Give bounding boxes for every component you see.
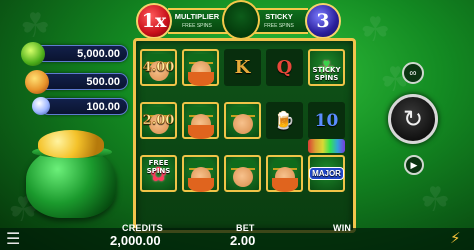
jackpot-minor: 100.00	[32, 97, 128, 115]
k-symbol: K	[234, 57, 251, 78]
autoplay-icon: ∞	[409, 67, 417, 79]
spin-icon: ↻	[402, 105, 424, 133]
jackpot-grand: 5,000.00	[21, 42, 128, 66]
lightning-bolt-icon[interactable]: ⚡	[450, 229, 461, 247]
credits-value: 2,000.00	[110, 233, 161, 248]
bet-value[interactable]: 2.00	[230, 233, 255, 248]
major-label: MAJOR	[309, 167, 344, 180]
autoplay-button[interactable]: ∞	[402, 62, 424, 84]
reel-cell-3-5: MAJOR	[308, 155, 345, 192]
jackpot-major: 500.00	[25, 70, 128, 94]
reel-cell-2-1: 2.00	[140, 102, 177, 139]
credits-label: CREDITS	[122, 223, 163, 233]
game-logo	[222, 0, 260, 40]
reel-cell-1-5: ☘ STICKY SPINS	[308, 49, 345, 86]
win-label: WIN	[333, 223, 352, 233]
gold-coins	[38, 130, 104, 158]
reel-grid: 4.00 K Q ☘ STICKY SPINS 2.00 🍺 10 ✿ FREE…	[133, 38, 356, 233]
jackpot-grand-value: 5,000.00	[77, 47, 120, 60]
beard-icon	[272, 178, 298, 192]
multiplier-sub: FREE SPINS	[182, 23, 212, 29]
sticky-sub: FREE SPINS	[264, 23, 294, 29]
leprechaun-face-icon	[233, 167, 253, 187]
spin-button[interactable]: ↻	[388, 94, 438, 144]
multiplier-badge: 1x	[136, 3, 172, 39]
reel-cell-3-3	[224, 155, 261, 192]
bet-label: BET	[236, 223, 255, 233]
sticky-count-badge: 3	[305, 3, 341, 39]
sticky-label: STICKY	[265, 12, 293, 21]
reel-cell-3-4	[266, 155, 303, 192]
reel-cell-3-1: ✿ FREE SPINS	[140, 155, 177, 192]
jackpot-minor-value: 100.00	[86, 100, 120, 113]
reel-cell-1-1: 4.00	[140, 49, 177, 86]
legal-strip	[2, 112, 10, 232]
pot-of-gold	[22, 128, 122, 223]
free-spins-label: FREE SPINS	[146, 159, 171, 175]
turbo-button[interactable]: ▶	[404, 155, 424, 175]
rainbow-strip	[308, 139, 345, 153]
leprechaun-face-icon	[233, 114, 253, 134]
q-symbol: Q	[276, 57, 293, 78]
beard-icon	[188, 178, 214, 192]
sticky-spins-label: STICKY SPINS	[312, 66, 341, 82]
jackpot-major-value: 500.00	[86, 75, 120, 88]
beard-icon	[188, 125, 214, 139]
reel-cell-1-2	[182, 49, 219, 86]
reel-cell-1-4: Q	[266, 49, 303, 86]
pot-body	[26, 148, 116, 218]
reel-cell-1-3: K	[224, 49, 261, 86]
reel-cell-2-4: 🍺	[266, 102, 303, 139]
reel-cell-2-3	[224, 102, 261, 139]
multiplier-label: MULTIPLIER	[174, 12, 220, 21]
beard-icon	[188, 72, 214, 86]
beer-mugs-icon: 🍺	[273, 110, 296, 131]
major-jackpot-icon	[25, 70, 49, 94]
reel-cell-2-2	[182, 102, 219, 139]
grand-jackpot-icon	[21, 42, 45, 66]
coin-value: 4.00	[142, 60, 175, 76]
menu-icon[interactable]: ☰	[6, 229, 20, 248]
turbo-icon: ▶	[410, 159, 418, 170]
coin-value: 2.00	[142, 113, 175, 129]
reel-cell-2-5: 10	[308, 102, 345, 139]
minor-jackpot-icon	[32, 97, 50, 115]
ten-symbol: 10	[314, 110, 339, 131]
reel-cell-3-2	[182, 155, 219, 192]
